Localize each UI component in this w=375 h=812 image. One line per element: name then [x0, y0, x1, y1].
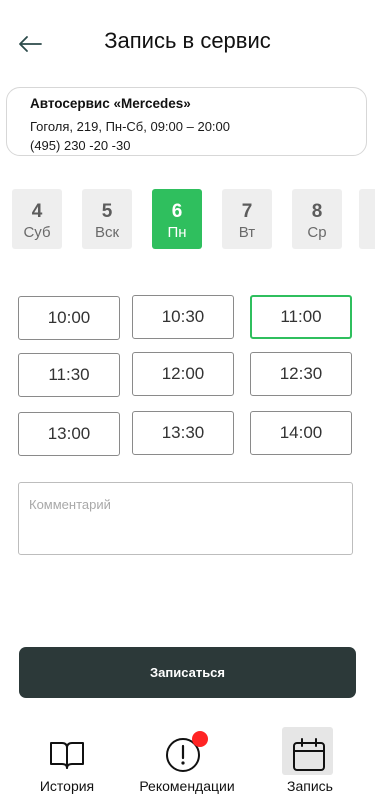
- time-slot[interactable]: 12:00: [132, 352, 234, 396]
- day-of-week: Суб: [23, 224, 51, 241]
- day-of-week: Вт: [238, 224, 256, 241]
- tab-recommendations[interactable]: Рекомендации: [136, 728, 238, 798]
- day-of-week: Ср: [307, 224, 327, 241]
- day-number: 5: [101, 201, 113, 222]
- book-icon: [50, 742, 84, 769]
- day-item[interactable]: 7 Вт: [222, 189, 272, 249]
- day-number: 8: [311, 201, 323, 222]
- date-selector: 4 Суб 5 Вск 6 Пн 7 Вт 8 Ср: [0, 189, 375, 251]
- service-name: Автосервис «Mercedes»: [30, 96, 191, 111]
- tab-label: Рекомендации: [139, 778, 235, 794]
- time-slot[interactable]: 14:00: [250, 411, 352, 455]
- calendar-icon: [293, 738, 325, 771]
- header: Запись в сервис: [0, 0, 375, 84]
- tab-history[interactable]: История: [29, 728, 105, 798]
- day-item[interactable]: 5 Вск: [82, 189, 132, 249]
- day-number: 4: [31, 201, 43, 222]
- comment-input[interactable]: [18, 482, 353, 555]
- time-slot[interactable]: 12:30: [250, 352, 352, 396]
- day-of-week: Вск: [94, 224, 120, 241]
- time-slot[interactable]: 13:30: [132, 411, 234, 455]
- tab-booking[interactable]: Запись: [280, 728, 340, 798]
- time-slot-selected[interactable]: 11:00: [250, 295, 352, 339]
- tab-label: История: [39, 778, 95, 794]
- notification-badge: [192, 731, 208, 747]
- day-number: 6: [171, 201, 183, 222]
- time-slot[interactable]: 13:00: [18, 412, 120, 456]
- day-item-selected[interactable]: 6 Пн: [152, 189, 202, 249]
- service-card: Автосервис «Mercedes» Гоголя, 219, Пн-Сб…: [6, 87, 367, 156]
- day-item[interactable]: 4 Суб: [12, 189, 62, 249]
- tab-label: Запись: [287, 778, 333, 794]
- page-title: Запись в сервис: [104, 28, 271, 53]
- time-slot[interactable]: 10:30: [132, 295, 234, 339]
- day-of-week: Пн: [167, 224, 187, 241]
- time-slot[interactable]: 11:30: [18, 353, 120, 397]
- service-phone: (495) 230 -20 -30: [30, 138, 131, 153]
- submit-button[interactable]: Записаться: [19, 647, 356, 698]
- day-number: 7: [241, 201, 253, 222]
- day-item[interactable]: 8 Ср: [292, 189, 342, 249]
- service-address: Гоголя, 219, Пн-Сб, 09:00 – 20:00: [30, 119, 230, 134]
- time-slot[interactable]: 10:00: [18, 296, 120, 340]
- day-item-partial[interactable]: [359, 189, 375, 249]
